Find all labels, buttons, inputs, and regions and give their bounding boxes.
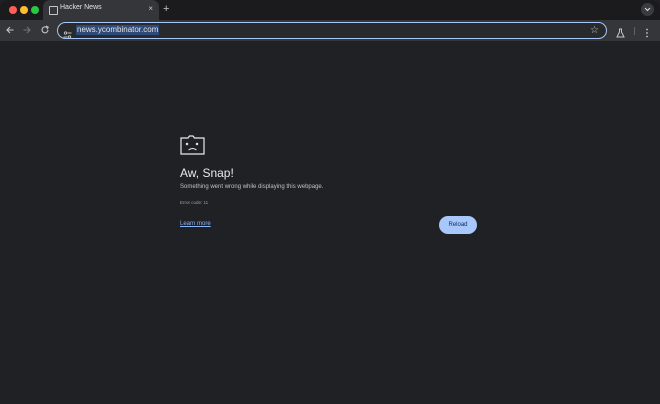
url-text[interactable]: news.ycombinator.com bbox=[76, 25, 160, 35]
new-tab-button[interactable]: + bbox=[163, 3, 169, 15]
toolbar: news.ycombinator.com ☆ bbox=[0, 20, 660, 41]
forward-icon[interactable] bbox=[22, 25, 32, 35]
tab-search-icon[interactable] bbox=[641, 3, 654, 16]
address-bar[interactable]: news.ycombinator.com ☆ bbox=[57, 22, 607, 39]
window-maximize-button[interactable] bbox=[31, 6, 39, 14]
reload-icon[interactable] bbox=[40, 25, 50, 35]
tab-title: Hacker News bbox=[60, 4, 102, 11]
tab-close-icon[interactable]: × bbox=[148, 4, 153, 14]
bookmark-star-icon[interactable]: ☆ bbox=[590, 25, 599, 36]
window-minimize-button[interactable] bbox=[20, 6, 28, 14]
window-close-button[interactable] bbox=[9, 6, 17, 14]
browser-window: Hacker News × + news.ycombinator.com ☆ A… bbox=[0, 0, 660, 404]
toolbar-divider bbox=[634, 27, 635, 35]
reload-button[interactable]: Reload bbox=[439, 216, 477, 234]
tab-hacker-news[interactable]: Hacker News × bbox=[43, 0, 159, 20]
error-message: Something went wrong while displaying th… bbox=[180, 184, 324, 190]
sad-tab-icon bbox=[180, 135, 205, 160]
page-icon bbox=[49, 6, 58, 15]
error-heading: Aw, Snap! bbox=[180, 166, 234, 180]
tab-strip: Hacker News × + bbox=[0, 0, 660, 20]
back-icon[interactable] bbox=[5, 25, 15, 35]
error-code: Error code: 11 bbox=[180, 200, 209, 205]
error-page: Aw, Snap! Something went wrong while dis… bbox=[0, 41, 660, 404]
learn-more-link[interactable]: Learn more bbox=[180, 221, 211, 227]
